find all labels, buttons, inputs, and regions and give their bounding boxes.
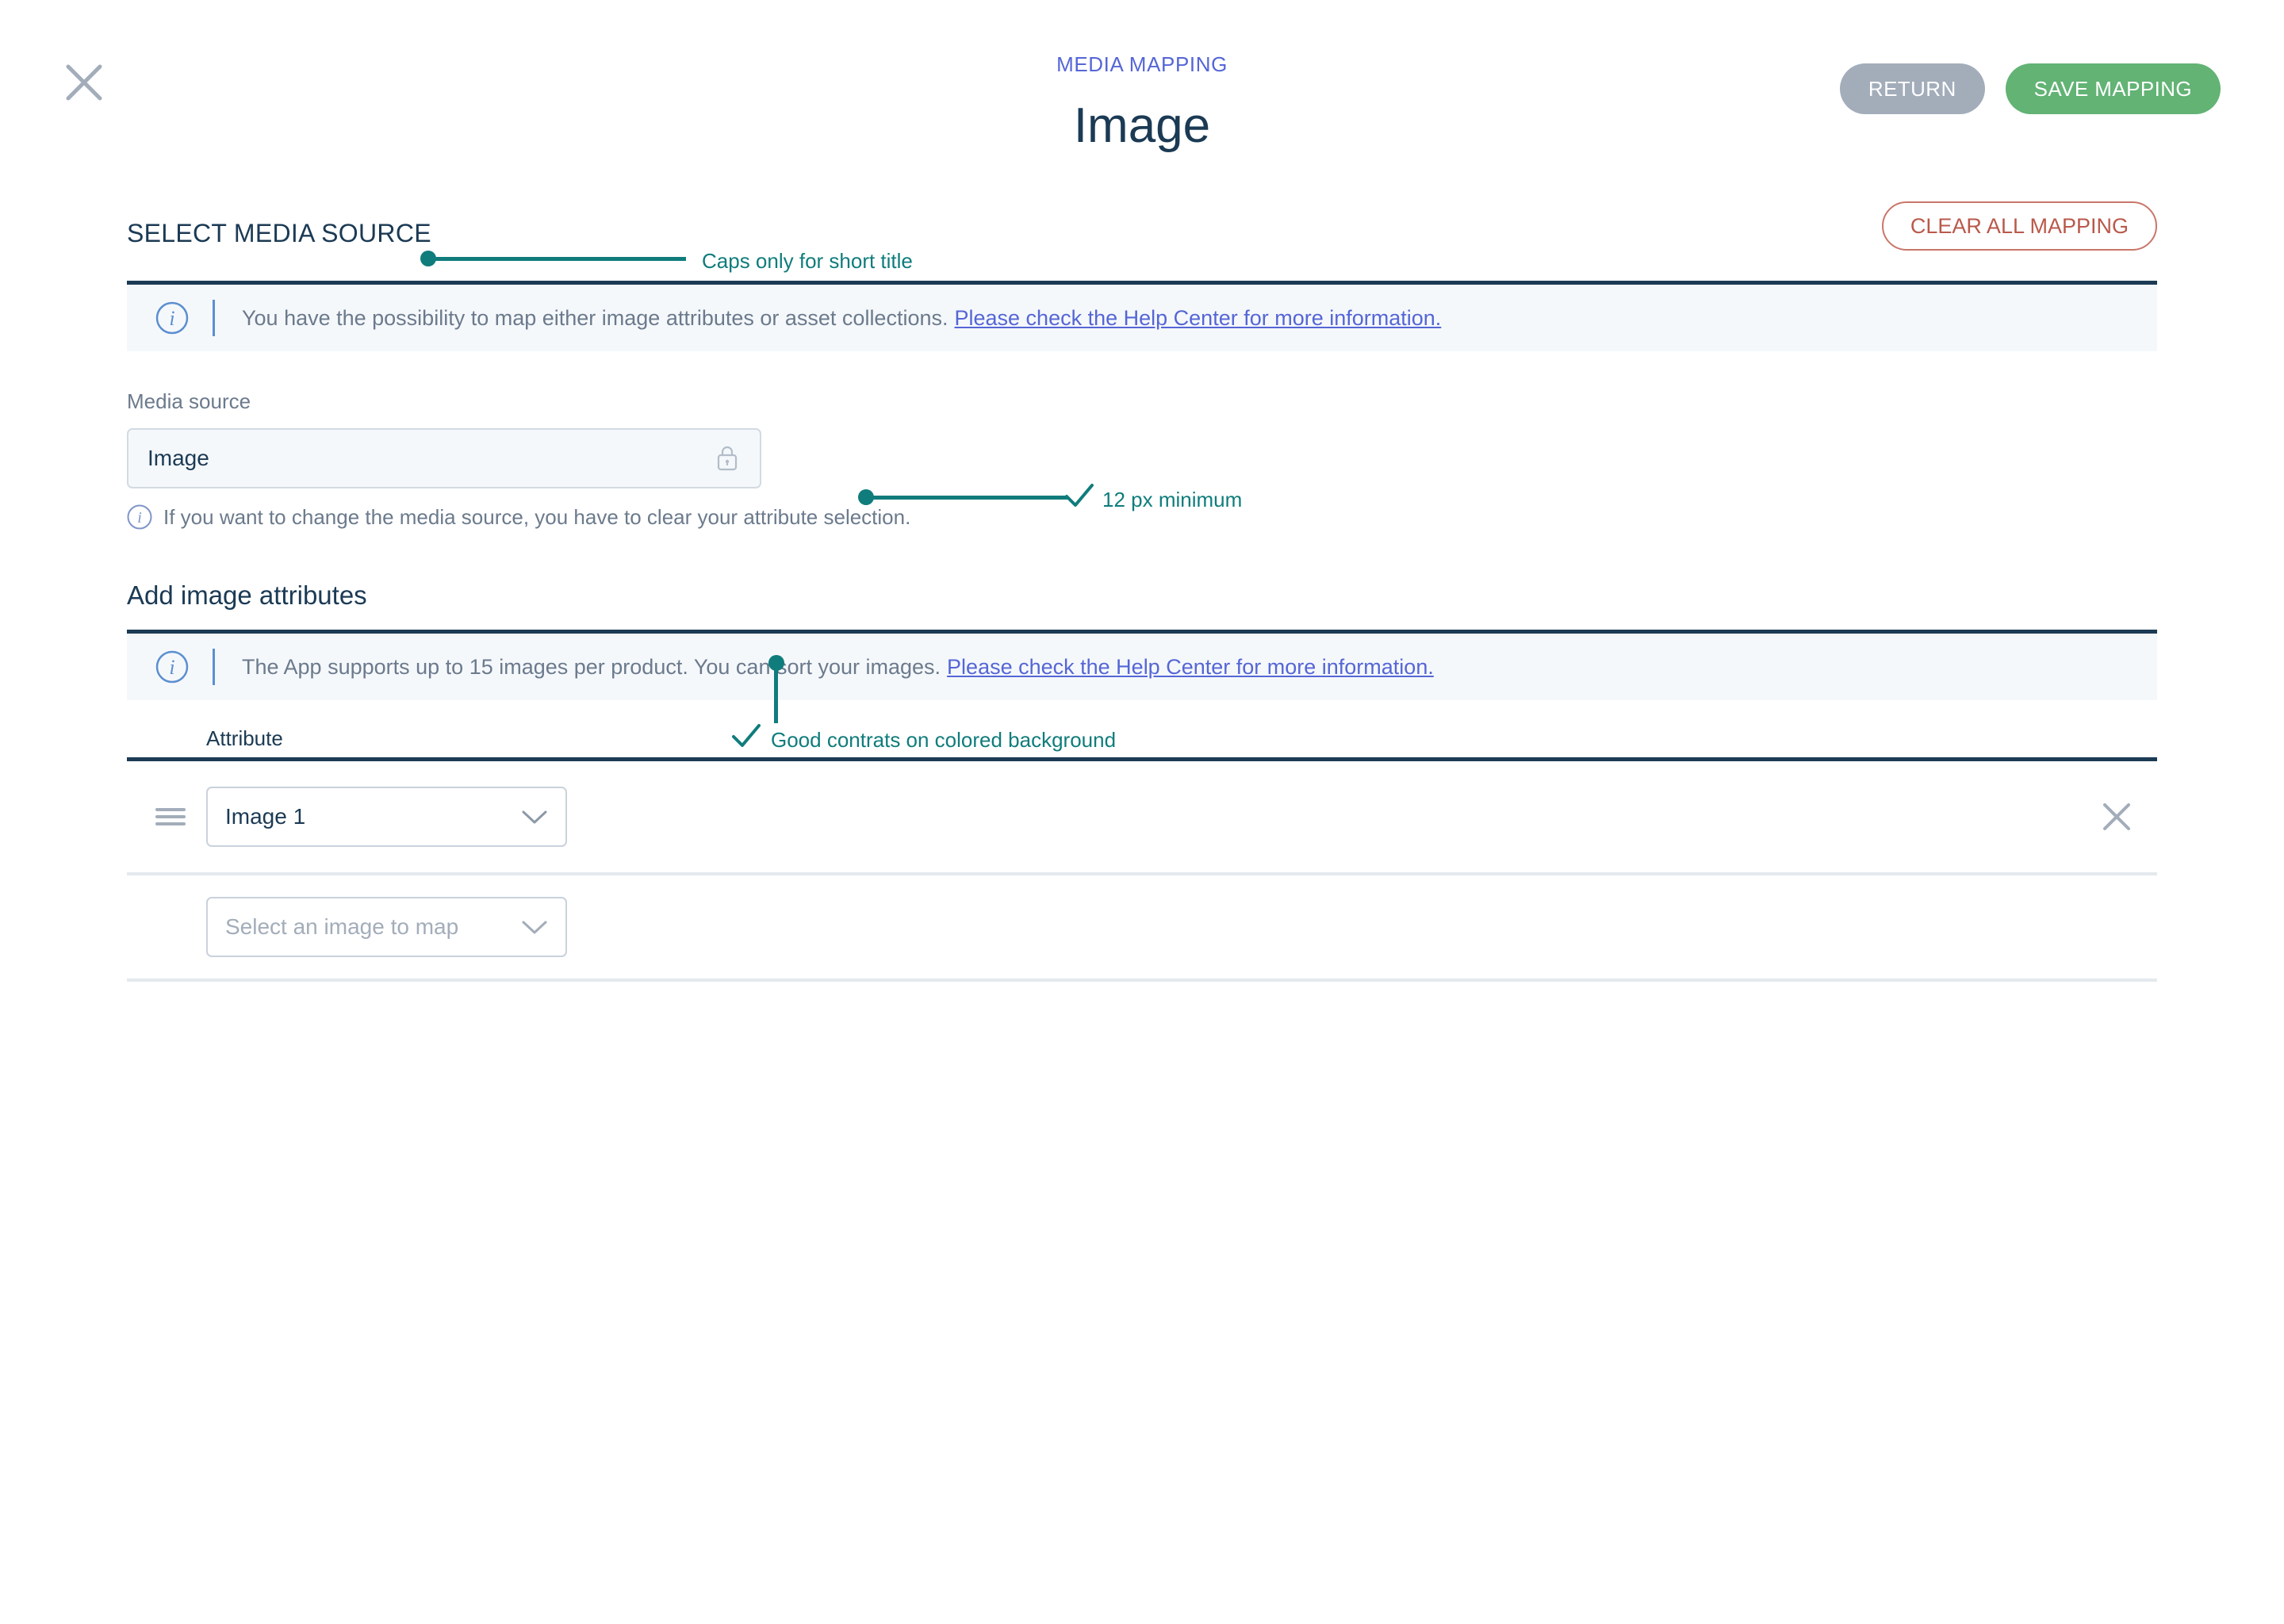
column-header-attribute: Attribute <box>206 726 428 751</box>
media-source-input: Image <box>127 428 761 488</box>
media-source-field-block: Media source Image <box>127 389 2157 488</box>
add-image-select[interactable]: Select an image to map <box>206 897 567 957</box>
attributes-table-header: Attribute <box>127 700 2157 757</box>
add-image-select-placeholder: Select an image to map <box>225 914 458 940</box>
row-divider <box>127 979 2157 982</box>
main-content: SELECT MEDIA SOURCE CLEAR ALL MAPPING i … <box>127 219 2157 982</box>
return-button[interactable]: RETURN <box>1840 63 1985 114</box>
svg-text:i: i <box>169 307 174 330</box>
table-row: Image 1 <box>127 761 2157 872</box>
banner-divider <box>213 649 215 685</box>
info-icon: i <box>155 650 189 684</box>
annotation-label: Caps only for short title <box>702 251 913 271</box>
annotation-leader-line <box>774 663 778 723</box>
media-source-section-title: SELECT MEDIA SOURCE <box>127 219 431 248</box>
help-center-link[interactable]: Please check the Help Center for more in… <box>947 655 1434 680</box>
annotation-leader-line <box>870 496 1068 500</box>
attributes-section-title: Add image attributes <box>127 580 2157 611</box>
media-source-field-label: Media source <box>127 389 2157 414</box>
attributes-section-header: Add image attributes <box>127 580 2157 630</box>
annotation-label: Good contrats on colored background <box>771 730 1116 750</box>
header-actions: RETURN SAVE MAPPING <box>1840 63 2221 114</box>
info-icon: i <box>127 504 152 530</box>
help-center-link[interactable]: Please check the Help Center for more in… <box>955 306 1442 331</box>
banner-text: You have the possibility to map either i… <box>242 308 948 329</box>
svg-text:i: i <box>169 656 174 679</box>
media-source-section-header: SELECT MEDIA SOURCE CLEAR ALL MAPPING <box>127 219 2157 281</box>
top-bar: MEDIA MAPPING Image RETURN SAVE MAPPING <box>0 0 2284 182</box>
check-icon <box>1063 479 1096 512</box>
info-icon: i <box>155 301 189 335</box>
chevron-down-icon <box>521 809 548 825</box>
banner-text: The App supports up to 15 images per pro… <box>242 657 941 678</box>
clear-all-mapping-button[interactable]: CLEAR ALL MAPPING <box>1882 201 2157 251</box>
lock-icon <box>715 445 739 472</box>
attributes-info-banner: i The App supports up to 15 images per p… <box>127 634 2157 700</box>
remove-row-button[interactable] <box>2098 799 2135 835</box>
drag-handle-icon[interactable] <box>155 804 186 829</box>
media-source-help-text: If you want to change the media source, … <box>163 505 910 530</box>
annotation-leader-line <box>432 257 686 261</box>
svg-text:i: i <box>137 509 142 527</box>
media-source-value: Image <box>148 446 209 471</box>
chevron-down-icon <box>521 919 548 935</box>
save-mapping-button[interactable]: SAVE MAPPING <box>2006 63 2221 114</box>
media-source-info-banner: i You have the possibility to map either… <box>127 285 2157 351</box>
add-attribute-row: Select an image to map <box>127 875 2157 979</box>
banner-divider <box>213 300 215 336</box>
annotation-label: 12 px minimum <box>1102 489 1242 510</box>
attribute-select-value: Image 1 <box>225 804 305 829</box>
attribute-select[interactable]: Image 1 <box>206 787 567 847</box>
check-icon <box>730 719 763 753</box>
